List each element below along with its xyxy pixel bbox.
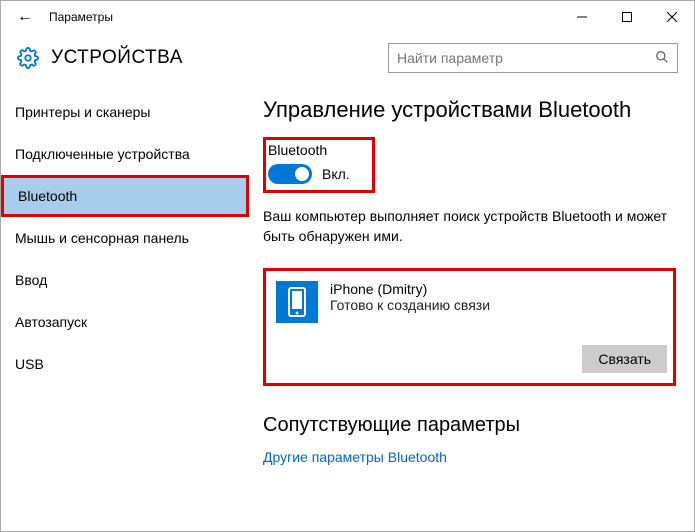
related-link[interactable]: Другие параметры Bluetooth <box>263 449 676 465</box>
related-heading: Сопутствующие параметры <box>263 414 676 437</box>
header-row: УСТРОЙСТВА Найти параметр <box>1 33 694 83</box>
sidebar-item-typing[interactable]: Ввод <box>1 259 249 301</box>
device-status: Готово к созданию связи <box>330 297 490 313</box>
sidebar-item-autoplay[interactable]: Автозапуск <box>1 301 249 343</box>
maximize-button[interactable] <box>604 1 649 33</box>
back-button[interactable]: ← <box>9 1 41 33</box>
titlebar: ← Параметры <box>1 1 694 33</box>
window-title: Параметры <box>41 10 113 24</box>
device-box: iPhone (Dmitry) Готово к созданию связи … <box>263 268 676 386</box>
main-panel: Управление устройствами Bluetooth Blueto… <box>249 83 694 531</box>
search-placeholder: Найти параметр <box>397 50 655 66</box>
device-row[interactable]: iPhone (Dmitry) Готово к созданию связи <box>272 277 667 327</box>
gear-icon <box>17 47 39 69</box>
minimize-button[interactable] <box>559 1 604 33</box>
close-button[interactable] <box>649 1 694 33</box>
sidebar-item-connected-devices[interactable]: Подключенные устройства <box>1 133 249 175</box>
search-icon <box>655 50 669 67</box>
bluetooth-description: Ваш компьютер выполняет поиск устройств … <box>263 207 676 246</box>
toggle-state: Вкл. <box>322 166 350 182</box>
sidebar: Принтеры и сканеры Подключенные устройст… <box>1 83 249 531</box>
device-name: iPhone (Dmitry) <box>330 281 490 297</box>
window-controls <box>559 1 694 33</box>
sidebar-item-usb[interactable]: USB <box>1 343 249 385</box>
bluetooth-toggle[interactable] <box>268 164 312 184</box>
section-title: Управление устройствами Bluetooth <box>263 97 676 123</box>
bluetooth-toggle-block: Bluetooth Вкл. <box>263 137 375 193</box>
pair-button[interactable]: Связать <box>582 345 667 373</box>
search-input[interactable]: Найти параметр <box>388 43 678 73</box>
sidebar-item-bluetooth[interactable]: Bluetooth <box>1 175 249 217</box>
content: Принтеры и сканеры Подключенные устройст… <box>1 83 694 531</box>
phone-icon <box>276 281 318 323</box>
page-title: УСТРОЙСТВА <box>51 47 183 69</box>
sidebar-item-printers[interactable]: Принтеры и сканеры <box>1 91 249 133</box>
toggle-label: Bluetooth <box>268 142 350 158</box>
sidebar-item-mouse[interactable]: Мышь и сенсорная панель <box>1 217 249 259</box>
